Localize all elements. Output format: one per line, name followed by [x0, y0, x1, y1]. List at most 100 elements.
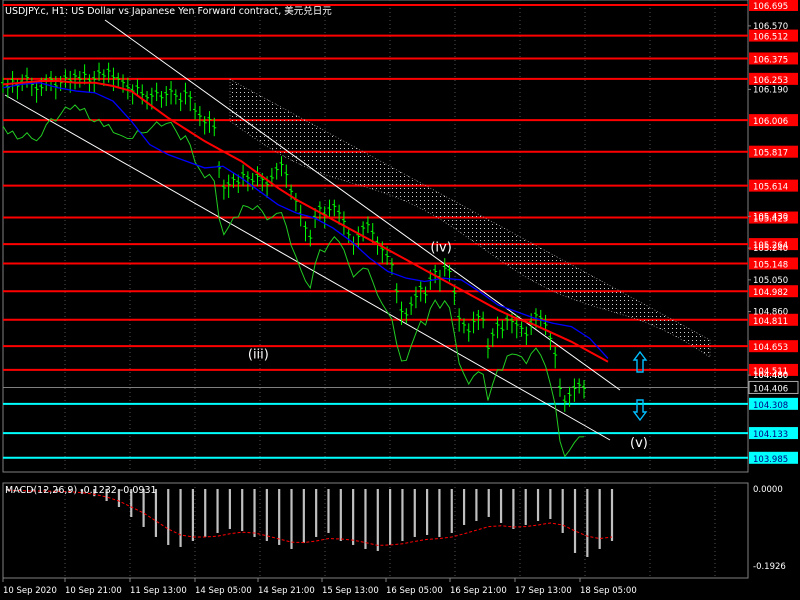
price-bar — [490, 328, 495, 347]
price-bar — [466, 323, 471, 342]
level-price-label: 106.006 — [753, 117, 788, 127]
level-price-label: 105.817 — [753, 149, 788, 159]
level-price-label: 104.811 — [753, 317, 788, 327]
price-bar — [500, 319, 505, 339]
level-price-label: 104.653 — [753, 343, 788, 353]
level-price-label: 105.614 — [753, 183, 788, 193]
channel-upper-line — [104, 19, 621, 391]
price-bar — [413, 286, 418, 309]
price-bar — [572, 378, 577, 402]
price-bar — [145, 91, 150, 110]
level-price-label: 106.512 — [753, 33, 788, 43]
price-chart-svg[interactable]: 106.695 106.512 106.375 106.253 106.006 105.8… — [0, 0, 800, 600]
price-bar — [332, 199, 337, 217]
y-tick-label: 105.050 — [753, 276, 788, 286]
price-bar — [116, 72, 121, 88]
level-price-label: 106.695 — [753, 2, 788, 12]
x-tick-label: 16 Sep 21:00 — [450, 586, 507, 596]
price-bar — [279, 156, 284, 177]
wave-label: (v) — [630, 436, 648, 451]
price-bar — [140, 84, 145, 105]
price-bar — [361, 221, 366, 242]
price-bar — [188, 91, 193, 112]
price-bar — [538, 309, 543, 327]
macd-title: MACD(12,26,9) -0.1232 -0.0931 — [5, 485, 157, 496]
macd-y-tick-label: 0.0000 — [753, 485, 783, 495]
price-bar — [125, 77, 130, 100]
price-bar — [34, 81, 39, 103]
price-bar — [543, 314, 548, 335]
price-bar — [82, 64, 87, 85]
wave-label: (iii) — [248, 347, 269, 362]
price-bar — [169, 81, 174, 105]
wave-label: (iv) — [430, 240, 451, 255]
level-price-label: 105.148 — [753, 260, 788, 270]
level-price-label: 104.982 — [753, 288, 788, 298]
price-bar — [409, 296, 414, 315]
price-bar — [178, 92, 183, 112]
price-bar — [159, 91, 164, 108]
x-tick-label: 16 Sep 05:00 — [386, 586, 443, 596]
price-bar — [293, 192, 298, 212]
price-bar — [25, 67, 30, 88]
price-bar — [193, 102, 198, 120]
price-bar — [44, 74, 49, 92]
y-tick-label: 104.860 — [753, 308, 788, 318]
macd-y-tick-label: -0.1926 — [753, 562, 786, 572]
level-price-label: 104.133 — [753, 430, 788, 440]
chart-title: USDJPY.c, H1: US Dollar vs Japanese Yen … — [5, 5, 332, 17]
y-tick-label: 105.430 — [753, 212, 788, 222]
price-bar — [29, 77, 34, 97]
x-tick-label: 18 Sep 05:00 — [580, 586, 637, 596]
price-bar — [351, 236, 356, 255]
price-bar — [221, 179, 226, 200]
main-plot-frame — [2, 0, 749, 473]
x-tick-label: 11 Sep 13:00 — [130, 586, 187, 596]
price-bar — [298, 204, 303, 227]
price-bar — [442, 258, 447, 277]
price-bar — [394, 283, 399, 304]
macd-signal-line — [7, 489, 613, 546]
price-bar — [303, 221, 308, 242]
price-bar — [327, 199, 332, 219]
x-tick-label: 10 Sep 2020 — [3, 586, 57, 596]
price-bar — [423, 286, 428, 304]
price-bar — [10, 70, 15, 93]
price-bar — [207, 111, 212, 133]
price-bar — [553, 346, 558, 369]
level-price-label: 106.253 — [753, 76, 788, 86]
price-bar — [217, 161, 222, 178]
price-bar — [471, 311, 476, 334]
price-bar — [577, 378, 582, 394]
x-tick-label: 15 Sep 13:00 — [322, 586, 379, 596]
price-bar — [404, 308, 409, 324]
level-price-label: 106.375 — [753, 55, 788, 65]
price-bar — [274, 162, 279, 180]
price-bar — [173, 89, 178, 105]
price-bar — [197, 106, 202, 127]
level-price-label: 103.985 — [753, 455, 788, 465]
y-tick-label: 106.570 — [753, 22, 788, 32]
current-price-label: 104.406 — [753, 384, 788, 394]
x-tick-label: 10 Sep 21:00 — [65, 586, 122, 596]
price-bar — [5, 79, 10, 98]
trading-chart-window: 106.695 106.512 106.375 106.253 106.006 105.8… — [0, 0, 800, 600]
y-tick-label: 105.240 — [753, 244, 788, 254]
price-bar — [164, 86, 169, 107]
x-tick-label: 17 Sep 13:00 — [515, 586, 572, 596]
y-tick-label: 104.480 — [753, 371, 788, 381]
price-bar — [437, 269, 442, 292]
price-bar — [130, 84, 135, 105]
price-bar — [202, 116, 207, 135]
y-tick-label: 106.190 — [753, 85, 788, 95]
price-bar — [581, 380, 586, 399]
macd-plot-frame — [2, 482, 749, 579]
price-bar — [255, 166, 260, 187]
price-bar — [519, 321, 524, 337]
price-bar — [485, 338, 490, 359]
price-bar — [341, 211, 346, 235]
price-bar — [365, 216, 370, 234]
level-price-label: 104.308 — [753, 401, 788, 411]
x-tick-label: 14 Sep 05:00 — [195, 586, 252, 596]
price-bar — [284, 164, 289, 188]
